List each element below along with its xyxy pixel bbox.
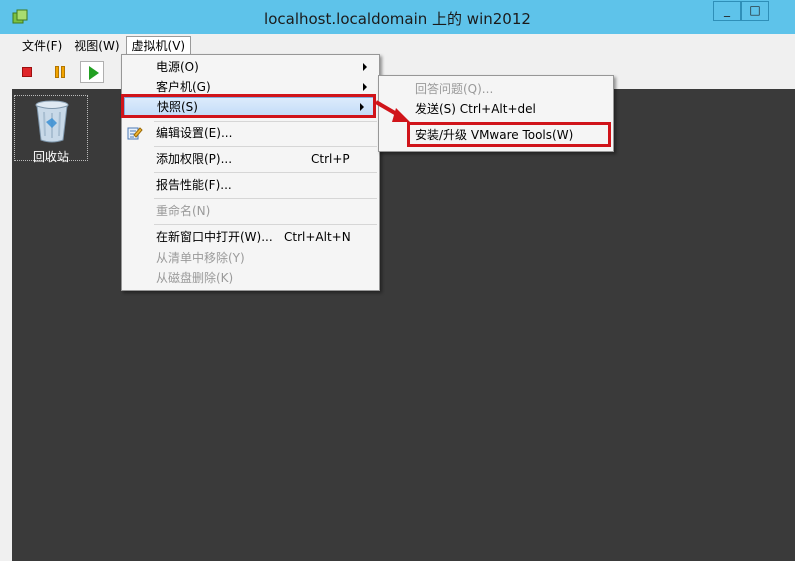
menu-item-label: 从磁盘删除(K)	[156, 271, 234, 285]
menu-file[interactable]: 文件(F)	[16, 36, 68, 56]
menu-separator	[154, 172, 377, 173]
menu-item-label: 在新窗口中打开(W)...	[156, 230, 273, 244]
menu-separator	[154, 198, 377, 199]
stop-button[interactable]	[16, 61, 40, 83]
menu-item-report-performance[interactable]: 报告性能(F)...	[122, 175, 377, 195]
menu-item-label: 回答问题(Q)...	[415, 82, 494, 96]
menu-item-remove-from-inventory: 从清单中移除(Y)	[122, 248, 377, 268]
play-button[interactable]	[80, 61, 104, 83]
maximize-button[interactable]: □	[741, 1, 769, 21]
highlight-box-snapshot	[121, 94, 376, 118]
menu-item-label: 重命名(N)	[156, 204, 211, 218]
submenu-item-answer-question: 回答问题(Q)...	[379, 79, 611, 99]
annotation-arrow-icon	[374, 100, 410, 122]
menu-view[interactable]: 视图(W)	[68, 36, 125, 56]
vm-menu: 电源(O) 客户机(G) 快照(S) 编辑设置(E)... 添加权限(P)...…	[121, 54, 380, 291]
left-border	[0, 89, 12, 561]
toolbar	[16, 60, 112, 84]
desktop-icon-recycle-bin[interactable]: 回收站	[14, 95, 88, 164]
menu-item-label: 添加权限(P)...	[156, 152, 233, 166]
menu-item-label: 从清单中移除(Y)	[156, 251, 245, 265]
menu-separator	[154, 224, 377, 225]
menu-item-delete-from-disk: 从磁盘删除(K)	[122, 268, 377, 288]
menu-item-edit-settings[interactable]: 编辑设置(E)...	[122, 123, 377, 143]
menu-item-open-new-window[interactable]: 在新窗口中打开(W)... Ctrl+Alt+N	[122, 227, 377, 247]
menu-item-shortcut: Ctrl+P	[311, 152, 350, 166]
menu-item-rename: 重命名(N)	[122, 201, 377, 221]
submenu-arrow-icon	[363, 83, 367, 91]
stop-icon	[22, 67, 32, 77]
submenu-arrow-icon	[363, 63, 367, 71]
desktop-icon-label: 回收站	[32, 150, 69, 164]
menu-separator	[154, 121, 377, 122]
menu-item-label: 发送(S) Ctrl+Alt+del	[415, 102, 536, 116]
menu-item-label: 报告性能(F)...	[156, 178, 232, 192]
minimize-button[interactable]: _	[713, 1, 741, 21]
menu-separator	[154, 146, 377, 147]
highlight-box-vmware-tools	[407, 122, 611, 147]
window-title: localhost.localdomain 上的 win2012	[264, 10, 531, 28]
menu-item-label: 编辑设置(E)...	[156, 126, 233, 140]
title-bar: localhost.localdomain 上的 win2012 _ □	[0, 0, 795, 34]
play-icon	[89, 66, 99, 80]
menu-item-shortcut: Ctrl+Alt+N	[284, 230, 351, 244]
edit-settings-icon	[127, 127, 143, 140]
menu-item-label: 电源(O)	[156, 60, 199, 74]
menu-item-add-permission[interactable]: 添加权限(P)... Ctrl+P	[122, 149, 377, 169]
pause-button[interactable]	[48, 61, 72, 83]
recycle-bin-icon	[35, 100, 69, 143]
menubar: 文件(F) 视图(W) 虚拟机(V)	[16, 36, 192, 57]
menu-item-power[interactable]: 电源(O)	[122, 57, 377, 77]
